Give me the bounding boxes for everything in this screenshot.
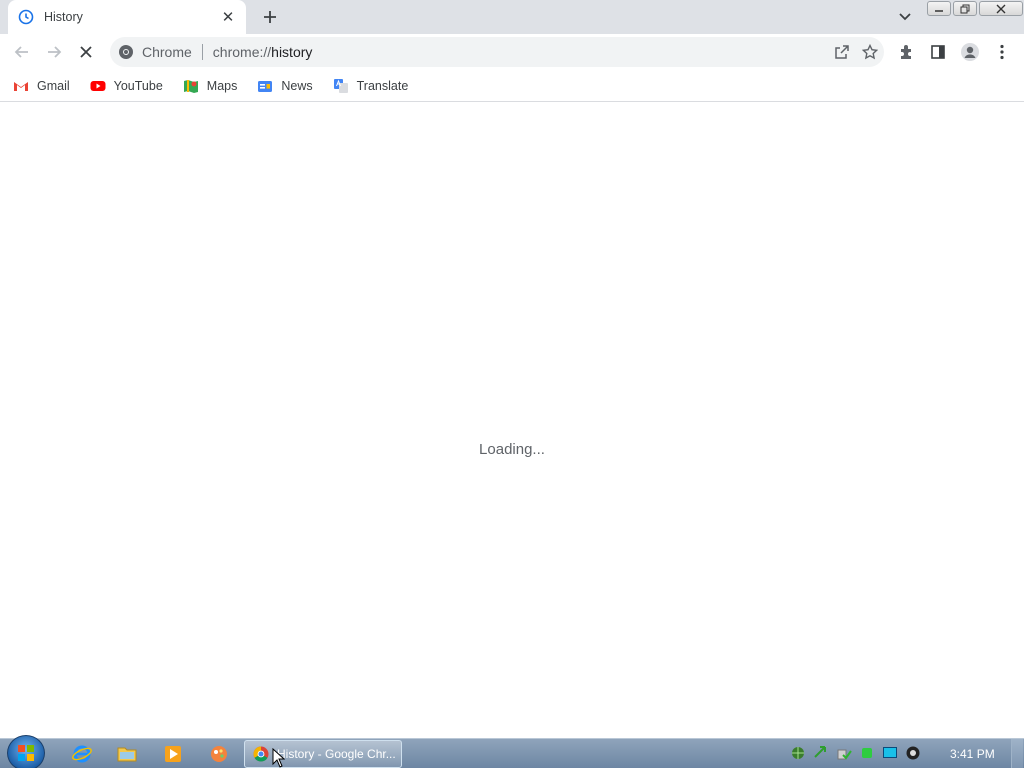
window-controls xyxy=(927,1,1024,16)
bookmark-label: Translate xyxy=(356,78,409,93)
tab-history[interactable]: History ✕ xyxy=(8,0,246,34)
windows-logo-icon xyxy=(18,745,34,761)
windows-taskbar: History - Google Chr... 3:41 PM xyxy=(0,735,1024,768)
bookmark-gmail[interactable]: Gmail xyxy=(10,76,73,96)
chrome-icon xyxy=(119,45,133,59)
bookmark-maps[interactable]: Maps xyxy=(180,76,241,96)
bookmark-translate[interactable]: Translate xyxy=(330,76,412,96)
loading-text: Loading... xyxy=(479,441,545,458)
paint-app-icon[interactable] xyxy=(207,743,231,765)
tab-search-button[interactable] xyxy=(894,7,916,27)
forward-button[interactable] xyxy=(40,38,68,66)
file-explorer-icon[interactable] xyxy=(115,743,139,765)
chrome-icon xyxy=(253,746,269,762)
tab-strip: History ✕ xyxy=(0,0,1024,34)
close-tab-icon[interactable]: ✕ xyxy=(220,9,236,26)
youtube-icon xyxy=(90,78,106,94)
profile-avatar-icon[interactable] xyxy=(956,38,984,66)
gmail-icon xyxy=(13,78,29,94)
page-content: Loading... xyxy=(0,103,1024,738)
menu-kebab-icon[interactable] xyxy=(988,38,1016,66)
share-icon[interactable] xyxy=(828,38,856,66)
monitor-icon[interactable] xyxy=(882,745,898,761)
system-tray xyxy=(790,745,928,761)
taskbar-task-label: History - Google Chr... xyxy=(277,747,396,761)
network-globe-icon[interactable] xyxy=(790,745,806,761)
address-bar[interactable]: Chrome chrome://history xyxy=(110,37,884,67)
bookmark-news[interactable]: News xyxy=(254,76,315,96)
bookmark-youtube[interactable]: YouTube xyxy=(87,76,166,96)
taskbar-chrome-history-button[interactable]: History - Google Chr... xyxy=(244,740,402,768)
bookmark-label: YouTube xyxy=(113,78,163,93)
volume-icon[interactable] xyxy=(905,745,921,761)
maps-icon xyxy=(183,78,199,94)
restore-button[interactable] xyxy=(953,1,977,16)
sync-arrows-icon[interactable] xyxy=(813,745,829,761)
bookmark-label: Gmail xyxy=(37,78,70,93)
history-icon xyxy=(18,9,34,25)
green-status-icon[interactable] xyxy=(859,745,875,761)
url-path: history xyxy=(271,44,313,60)
omnibox-divider xyxy=(201,44,203,60)
extensions-icon[interactable] xyxy=(892,38,920,66)
site-chip-label: Chrome xyxy=(142,44,192,60)
show-desktop-button[interactable] xyxy=(1011,739,1023,768)
side-panel-icon[interactable] xyxy=(924,38,952,66)
stop-loading-button[interactable] xyxy=(72,38,100,66)
news-icon xyxy=(257,78,273,94)
browser-toolbar: Chrome chrome://history xyxy=(0,34,1024,70)
tab-title: History xyxy=(44,10,83,24)
translate-icon xyxy=(333,78,349,94)
security-check-icon[interactable] xyxy=(836,745,852,761)
internet-explorer-icon[interactable] xyxy=(70,743,94,765)
site-info-button[interactable]: Chrome xyxy=(118,44,192,60)
back-button[interactable] xyxy=(8,38,36,66)
url-text[interactable]: chrome://history xyxy=(213,44,828,60)
new-tab-button[interactable] xyxy=(258,6,282,28)
bookmark-star-icon[interactable] xyxy=(856,38,884,66)
media-player-icon[interactable] xyxy=(161,743,185,765)
close-window-button[interactable] xyxy=(979,1,1023,16)
bookmark-label: News xyxy=(281,78,313,93)
url-scheme: chrome:// xyxy=(212,44,272,60)
start-button[interactable] xyxy=(7,735,45,768)
taskbar-clock[interactable]: 3:41 PM xyxy=(950,747,995,761)
minimize-button[interactable] xyxy=(927,1,951,16)
bookmark-label: Maps xyxy=(206,78,238,93)
mouse-cursor-icon xyxy=(272,748,286,768)
bookmarks-bar: Gmail YouTube Maps News Translate xyxy=(0,70,1024,102)
